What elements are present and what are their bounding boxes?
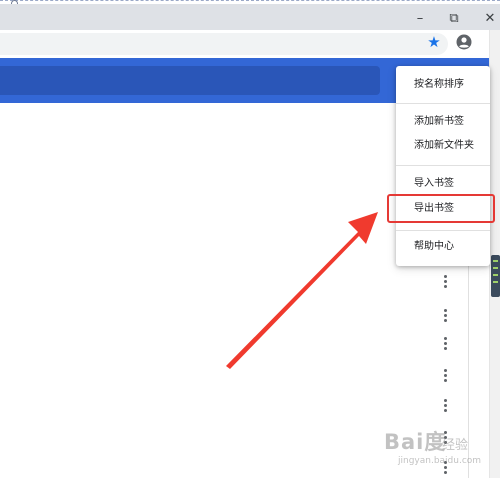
minimize-icon: – [416, 10, 424, 26]
export-highlight-box [387, 194, 495, 223]
scrollbar-thumb[interactable] [491, 255, 500, 297]
menu-item-help-center[interactable]: 帮助中心 [396, 236, 490, 258]
menu-divider [396, 165, 490, 166]
close-icon: ✕ [484, 10, 496, 26]
watermark-url: jingyan.baidu.com [398, 456, 482, 466]
watermark-text: 经验 [442, 438, 469, 453]
row-more-icon[interactable] [441, 368, 449, 382]
baidu-watermark: Bai度 经验 jingyan.baidu.com [384, 426, 500, 478]
minimize-button[interactable]: – [408, 8, 432, 28]
row-more-icon[interactable] [441, 308, 449, 322]
watermark-logo: Bai度 [384, 430, 447, 454]
row-more-icon[interactable] [441, 336, 449, 350]
scrollbar-track[interactable] [489, 30, 500, 478]
restore-icon: ⧉ [449, 10, 459, 26]
menu-item-add-bookmark[interactable]: 添加新书签 [396, 111, 490, 133]
title-bar: – ⧉ ✕ [0, 4, 500, 30]
menu-divider [396, 230, 490, 231]
bookmark-search-field[interactable] [0, 66, 380, 95]
menu-item-import-bookmarks[interactable]: 导入书签 [396, 173, 490, 195]
close-button[interactable]: ✕ [478, 8, 500, 28]
address-bar[interactable] [0, 33, 448, 55]
menu-item-sort-by-name[interactable]: 按名称排序 [396, 74, 490, 96]
row-more-icon[interactable] [441, 274, 449, 288]
bookmarks-options-menu: 按名称排序 添加新书签 添加新文件夹 导入书签 导出书签 帮助中心 [396, 66, 490, 266]
star-icon[interactable]: ★ [424, 32, 444, 52]
menu-divider [396, 103, 490, 104]
browser-toolbar: ★ [0, 30, 500, 59]
row-more-icon[interactable] [441, 398, 449, 412]
restore-button[interactable]: ⧉ [442, 8, 466, 28]
profile-icon[interactable] [456, 34, 472, 50]
menu-item-add-folder[interactable]: 添加新文件夹 [396, 135, 490, 157]
